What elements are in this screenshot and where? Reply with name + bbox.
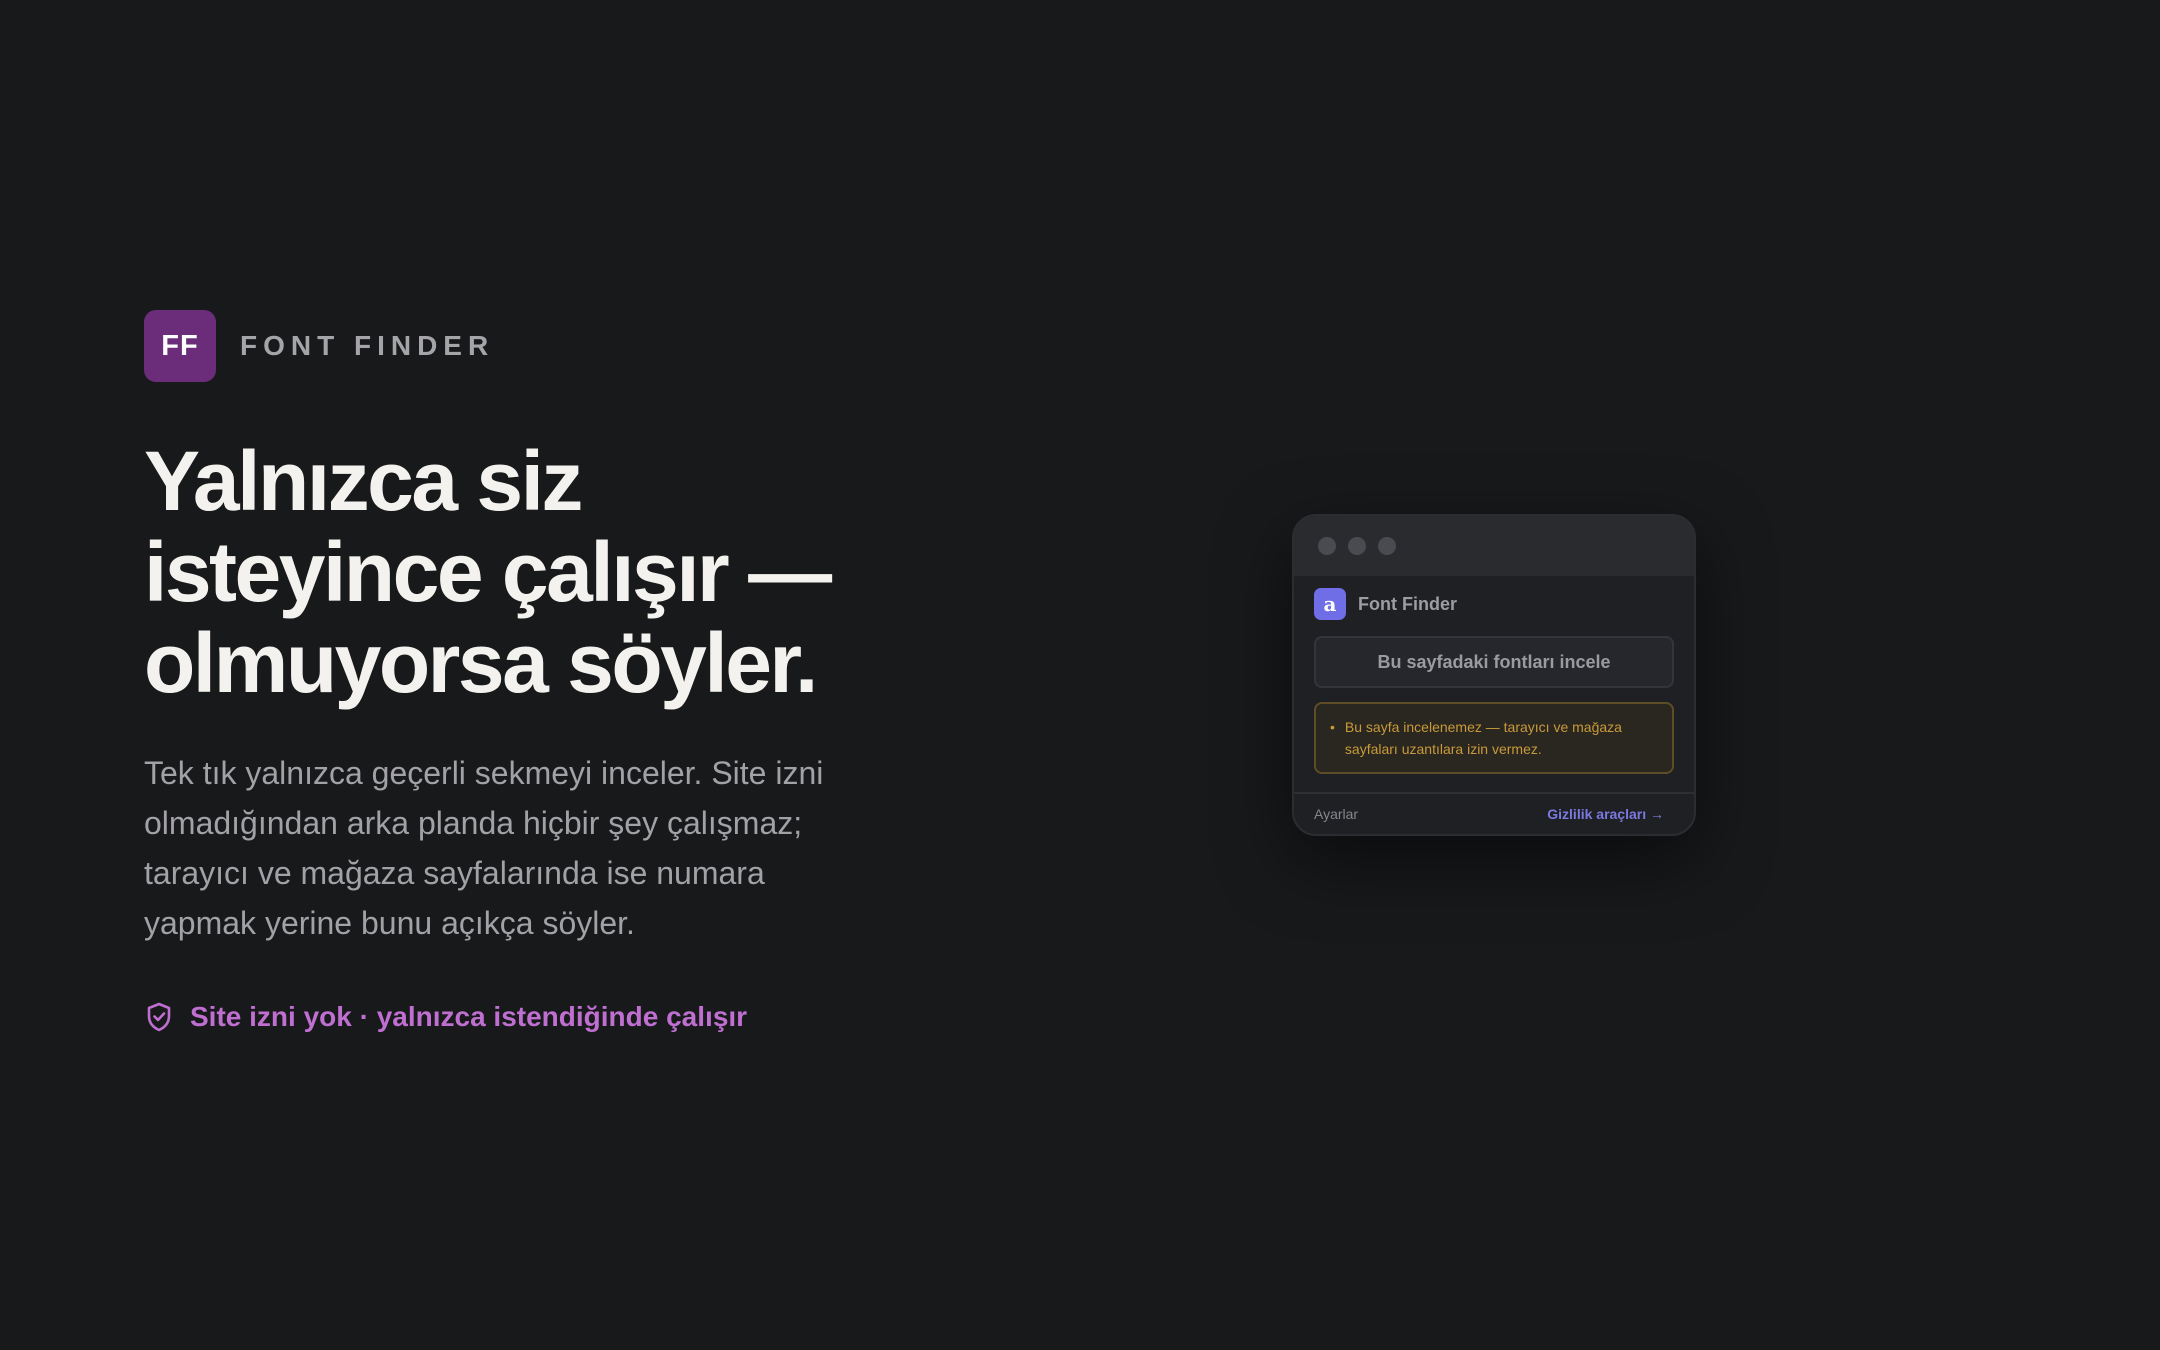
headline-line-3: olmuyorsa söyler. [144,616,818,710]
privacy-tools-link[interactable]: Gizlilik araçları → [1547,806,1664,822]
brand: FF FONT FINDER [144,310,494,382]
popup-titlebar [1294,516,1694,576]
headline: Yalnızca siz isteyince çalışır — olmuyor… [144,436,904,709]
warning-bullet: • [1330,719,1335,735]
inspect-fonts-button[interactable]: Bu sayfadaki fontları incele [1314,636,1674,688]
window-dot-maximize[interactable] [1378,537,1396,555]
brand-logo: FF [144,310,216,382]
window-dot-minimize[interactable] [1348,537,1366,555]
shield-check-icon [144,1000,174,1034]
extension-popup: a Font Finder Bu sayfadaki fontları ince… [1292,514,1696,836]
settings-link[interactable]: Ayarlar [1314,806,1358,822]
description: Tek tık yalnızca geçerli sekmeyi inceler… [144,755,824,941]
brand-name: FONT FINDER [240,330,495,361]
popup-header: a Font Finder [1314,586,1674,622]
popup-footer: Ayarlar Gizlilik araçları → [1294,792,1694,834]
warning-text: Bu sayfa incelenemez — tarayıcı ve mağaz… [1344,719,1622,757]
page: FF FONT FINDER Yalnızca siz isteyince ça… [0,0,2160,1350]
headline-line-2: isteyince çalışır — [144,525,832,619]
window-dot-close[interactable] [1318,537,1336,555]
badge-text: Site izni yok · yalnızca istendiğinde ça… [190,1001,748,1032]
popup-content: a Font Finder Bu sayfadaki fontları ince… [1294,576,1694,774]
font-finder-app-icon: a [1314,588,1346,620]
permission-badge: Site izni yok · yalnızca istendiğinde ça… [144,1000,747,1034]
popup-app-name: Font Finder [1358,593,1457,614]
warning-notice: • Bu sayfa incelenemez — tarayıcı ve mağ… [1314,702,1674,774]
headline-line-1: Yalnızca siz [144,434,583,528]
